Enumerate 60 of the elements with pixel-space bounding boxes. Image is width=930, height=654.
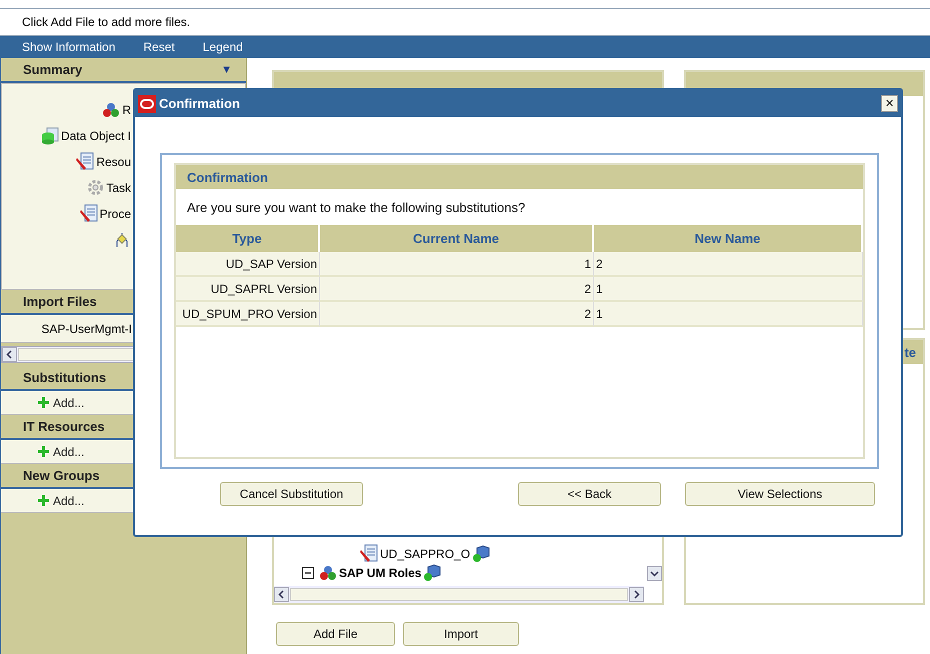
tree-item[interactable]: Resou (96, 154, 131, 168)
scroll-down-button[interactable] (647, 566, 662, 581)
database-icon (40, 126, 59, 144)
add-link[interactable]: Add... (53, 444, 84, 458)
scroll-left-button[interactable] (274, 587, 289, 602)
tree-item[interactable]: SAP UM Roles (339, 566, 422, 580)
add-icon (37, 494, 50, 507)
section-title: Import Files (23, 294, 97, 309)
action-button[interactable]: Add File (276, 622, 395, 646)
tree-item[interactable]: UD_SAPPRO_O (380, 546, 470, 560)
tree-item[interactable]: R (122, 102, 131, 116)
menu-item[interactable]: Legend (202, 40, 243, 54)
document-pencil-icon (80, 204, 98, 223)
section-title: Substitutions (23, 370, 106, 385)
table-cell: UD_SPUM_PRO Version (176, 302, 320, 327)
message-text: Click Add File to add more files. (22, 15, 190, 29)
column-header: Current Name (320, 225, 594, 252)
cubes-icon (102, 102, 120, 118)
scroll-right-button[interactable] (629, 587, 644, 602)
dialog-button[interactable]: View Selections (685, 482, 875, 506)
menu-item[interactable]: Reset (143, 40, 175, 54)
add-icon (37, 445, 50, 458)
gear-icon (87, 179, 104, 196)
table-cell: UD_SAPRL Version (176, 277, 320, 302)
add-icon (37, 396, 50, 409)
collapse-icon[interactable] (302, 566, 314, 578)
logo-icon (138, 94, 156, 112)
cube-add-icon (423, 564, 442, 582)
action-button[interactable]: Import (403, 622, 519, 646)
table-cell: 1 (594, 302, 863, 327)
column-header: New Name (594, 225, 863, 252)
table-cell: 2 (594, 252, 863, 277)
dialog-button[interactable]: Cancel Substitution (220, 482, 363, 506)
cube-add-icon (472, 544, 490, 562)
close-button[interactable]: ✕ (881, 95, 898, 112)
tree-item[interactable]: Proce (100, 206, 131, 220)
scroll-left-button[interactable] (2, 347, 17, 362)
collapse-toggle[interactable]: ▼ (221, 64, 232, 76)
document-pencil-icon (360, 544, 378, 563)
table-cell: 1 (594, 277, 863, 302)
add-link[interactable]: Add... (53, 396, 84, 410)
horizontal-scrollbar[interactable] (274, 586, 644, 603)
document-pencil-icon (76, 152, 94, 171)
menu-item[interactable]: Show Information (22, 40, 116, 54)
tree-item[interactable]: Data Object I (60, 128, 131, 142)
table-cell: UD_SAP Version (176, 252, 320, 277)
column-header: Type (176, 225, 320, 252)
dialog-button[interactable]: << Back (518, 482, 661, 506)
section-title: New Groups (23, 468, 100, 483)
cubes-icon (319, 564, 337, 580)
table-cell: 1 (320, 252, 594, 277)
table-cell: 2 (320, 302, 594, 327)
section-title: IT Resources (23, 419, 105, 434)
add-link[interactable]: Add... (53, 494, 84, 508)
prompt-text: Are you sure you want to make the following substitutions? (186, 198, 526, 217)
panel-title: Confirmation (176, 165, 863, 189)
tree-item[interactable]: Task (106, 180, 131, 194)
table-cell: 2 (320, 277, 594, 302)
summary-title: Summary (23, 62, 82, 77)
dialog-title: Confirmation (159, 96, 241, 111)
